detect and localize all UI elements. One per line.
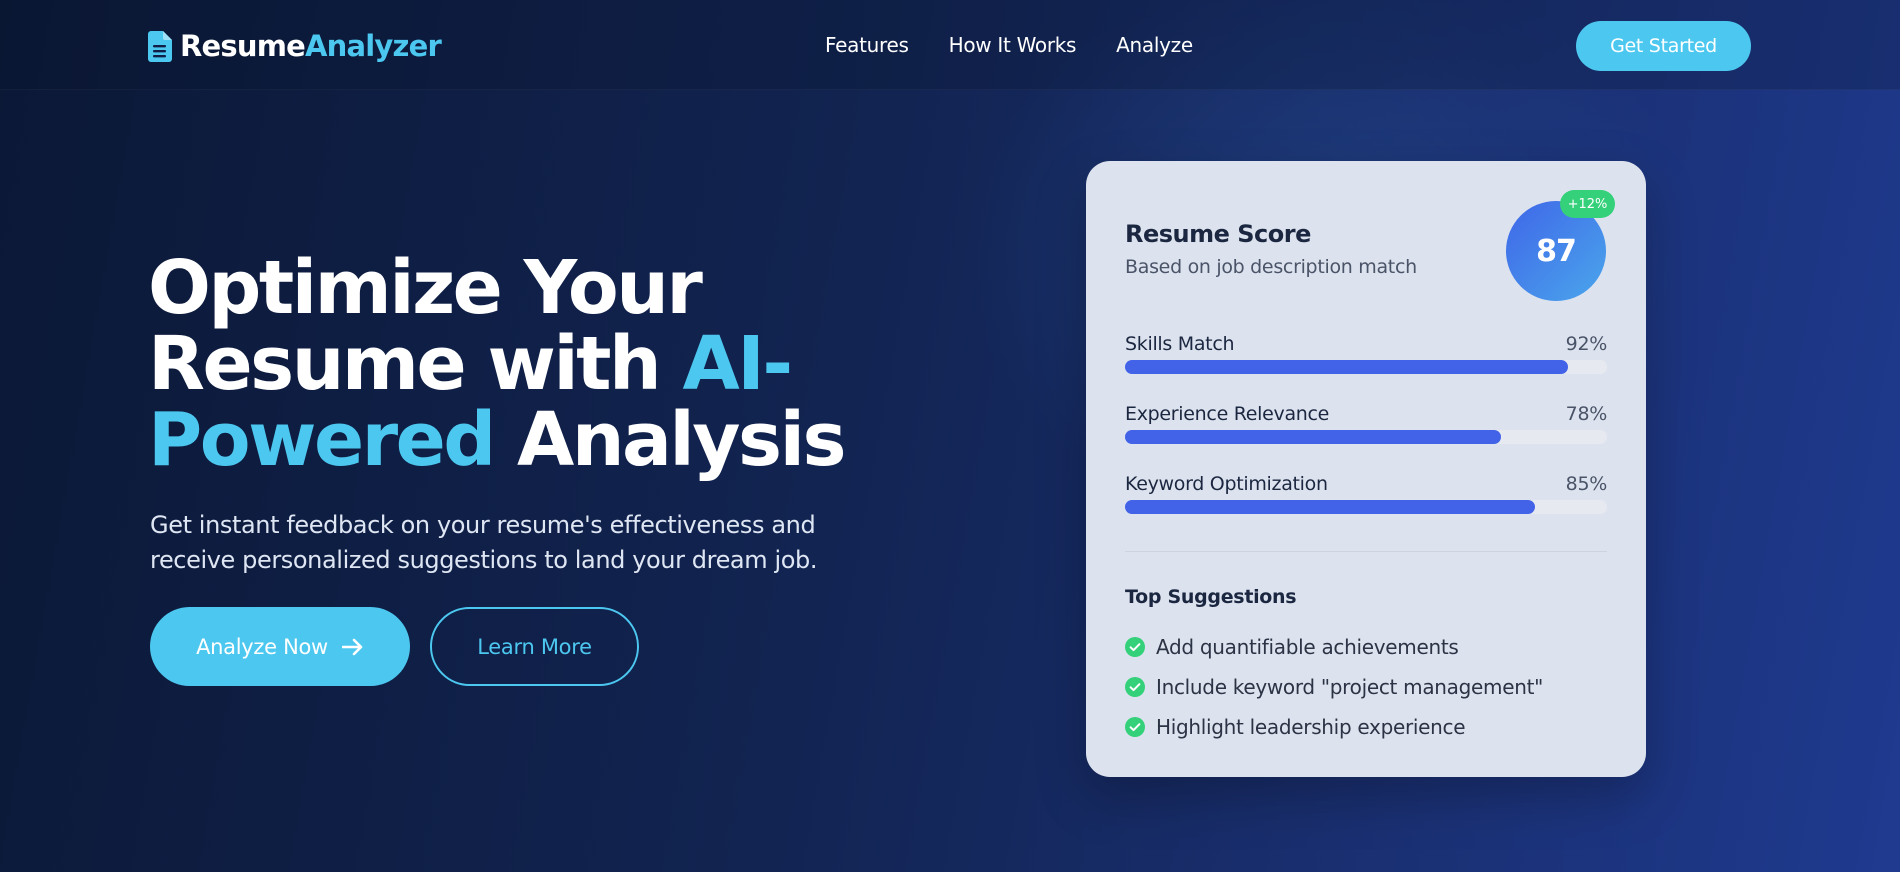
nav-link-features[interactable]: Features xyxy=(825,33,909,57)
score-card-subtitle: Based on job description match xyxy=(1125,256,1417,278)
metric-label: Skills Match xyxy=(1125,333,1235,355)
main-nav: Features How It Works Analyze xyxy=(825,33,1193,57)
score-change-badge: +12% xyxy=(1560,190,1615,218)
score-value: 87 xyxy=(1536,233,1577,269)
hero-title-part-3: Analysis xyxy=(493,397,846,483)
metric-skills-match: Skills Match 92% xyxy=(1125,333,1607,385)
suggestion-text: Add quantifiable achievements xyxy=(1156,635,1459,659)
resume-score-card: Resume Score Based on job description ma… xyxy=(1086,161,1646,777)
suggestions-title: Top Suggestions xyxy=(1125,586,1297,608)
check-circle-icon xyxy=(1125,637,1145,657)
nav-link-analyze[interactable]: Analyze xyxy=(1116,33,1193,57)
arrow-right-icon xyxy=(341,638,363,655)
progress-track xyxy=(1125,360,1607,374)
metric-value: 92% xyxy=(1565,333,1608,355)
suggestion-item: Add quantifiable achievements xyxy=(1125,627,1543,667)
check-circle-icon xyxy=(1125,677,1145,697)
hero-subtitle: Get instant feedback on your resume's ef… xyxy=(150,511,818,574)
logo-word-analyzer: Analyzer xyxy=(305,29,442,63)
logo-text: ResumeAnalyzer xyxy=(180,29,442,63)
logo-word-resume: Resume xyxy=(180,29,306,63)
progress-fill xyxy=(1125,430,1501,444)
hero-title-highlight-2: Powered xyxy=(148,397,496,483)
learn-more-button[interactable]: Learn More xyxy=(430,607,639,686)
metric-value: 85% xyxy=(1565,473,1608,495)
suggestions-list: Add quantifiable achievements Include ke… xyxy=(1125,627,1543,747)
progress-track xyxy=(1125,430,1607,444)
card-divider xyxy=(1125,551,1607,552)
suggestion-text: Include keyword "project management" xyxy=(1156,675,1544,699)
logo[interactable]: ResumeAnalyzer xyxy=(148,26,442,66)
progress-fill xyxy=(1125,360,1569,374)
nav-link-how-it-works[interactable]: How It Works xyxy=(949,33,1077,57)
metric-label: Experience Relevance xyxy=(1125,403,1330,425)
metric-keyword-optimization: Keyword Optimization 85% xyxy=(1125,473,1607,525)
suggestion-item: Highlight leadership experience xyxy=(1125,707,1543,747)
metric-label: Keyword Optimization xyxy=(1125,473,1328,495)
hero-title-part-1: Optimize Your xyxy=(148,245,703,331)
suggestion-text: Highlight leadership experience xyxy=(1156,715,1466,739)
check-circle-icon xyxy=(1125,717,1145,737)
top-navbar: ResumeAnalyzer Features How It Works Ana… xyxy=(0,0,1900,90)
document-icon xyxy=(148,30,172,62)
hero-title-highlight-1: AI- xyxy=(682,321,794,407)
get-started-button[interactable]: Get Started xyxy=(1576,21,1751,71)
score-card-title: Resume Score xyxy=(1125,220,1311,248)
hero-title-part-2: Resume with xyxy=(148,321,683,407)
progress-track xyxy=(1125,500,1607,514)
analyze-now-label: Analyze Now xyxy=(196,634,328,659)
analyze-now-button[interactable]: Analyze Now xyxy=(150,607,410,686)
hero-title: Optimize Your Resume with AI- Powered Anal… xyxy=(148,250,908,478)
progress-fill xyxy=(1125,500,1535,514)
metric-experience-relevance: Experience Relevance 78% xyxy=(1125,403,1607,455)
metric-value: 78% xyxy=(1565,403,1608,425)
suggestion-item: Include keyword "project management" xyxy=(1125,667,1543,707)
